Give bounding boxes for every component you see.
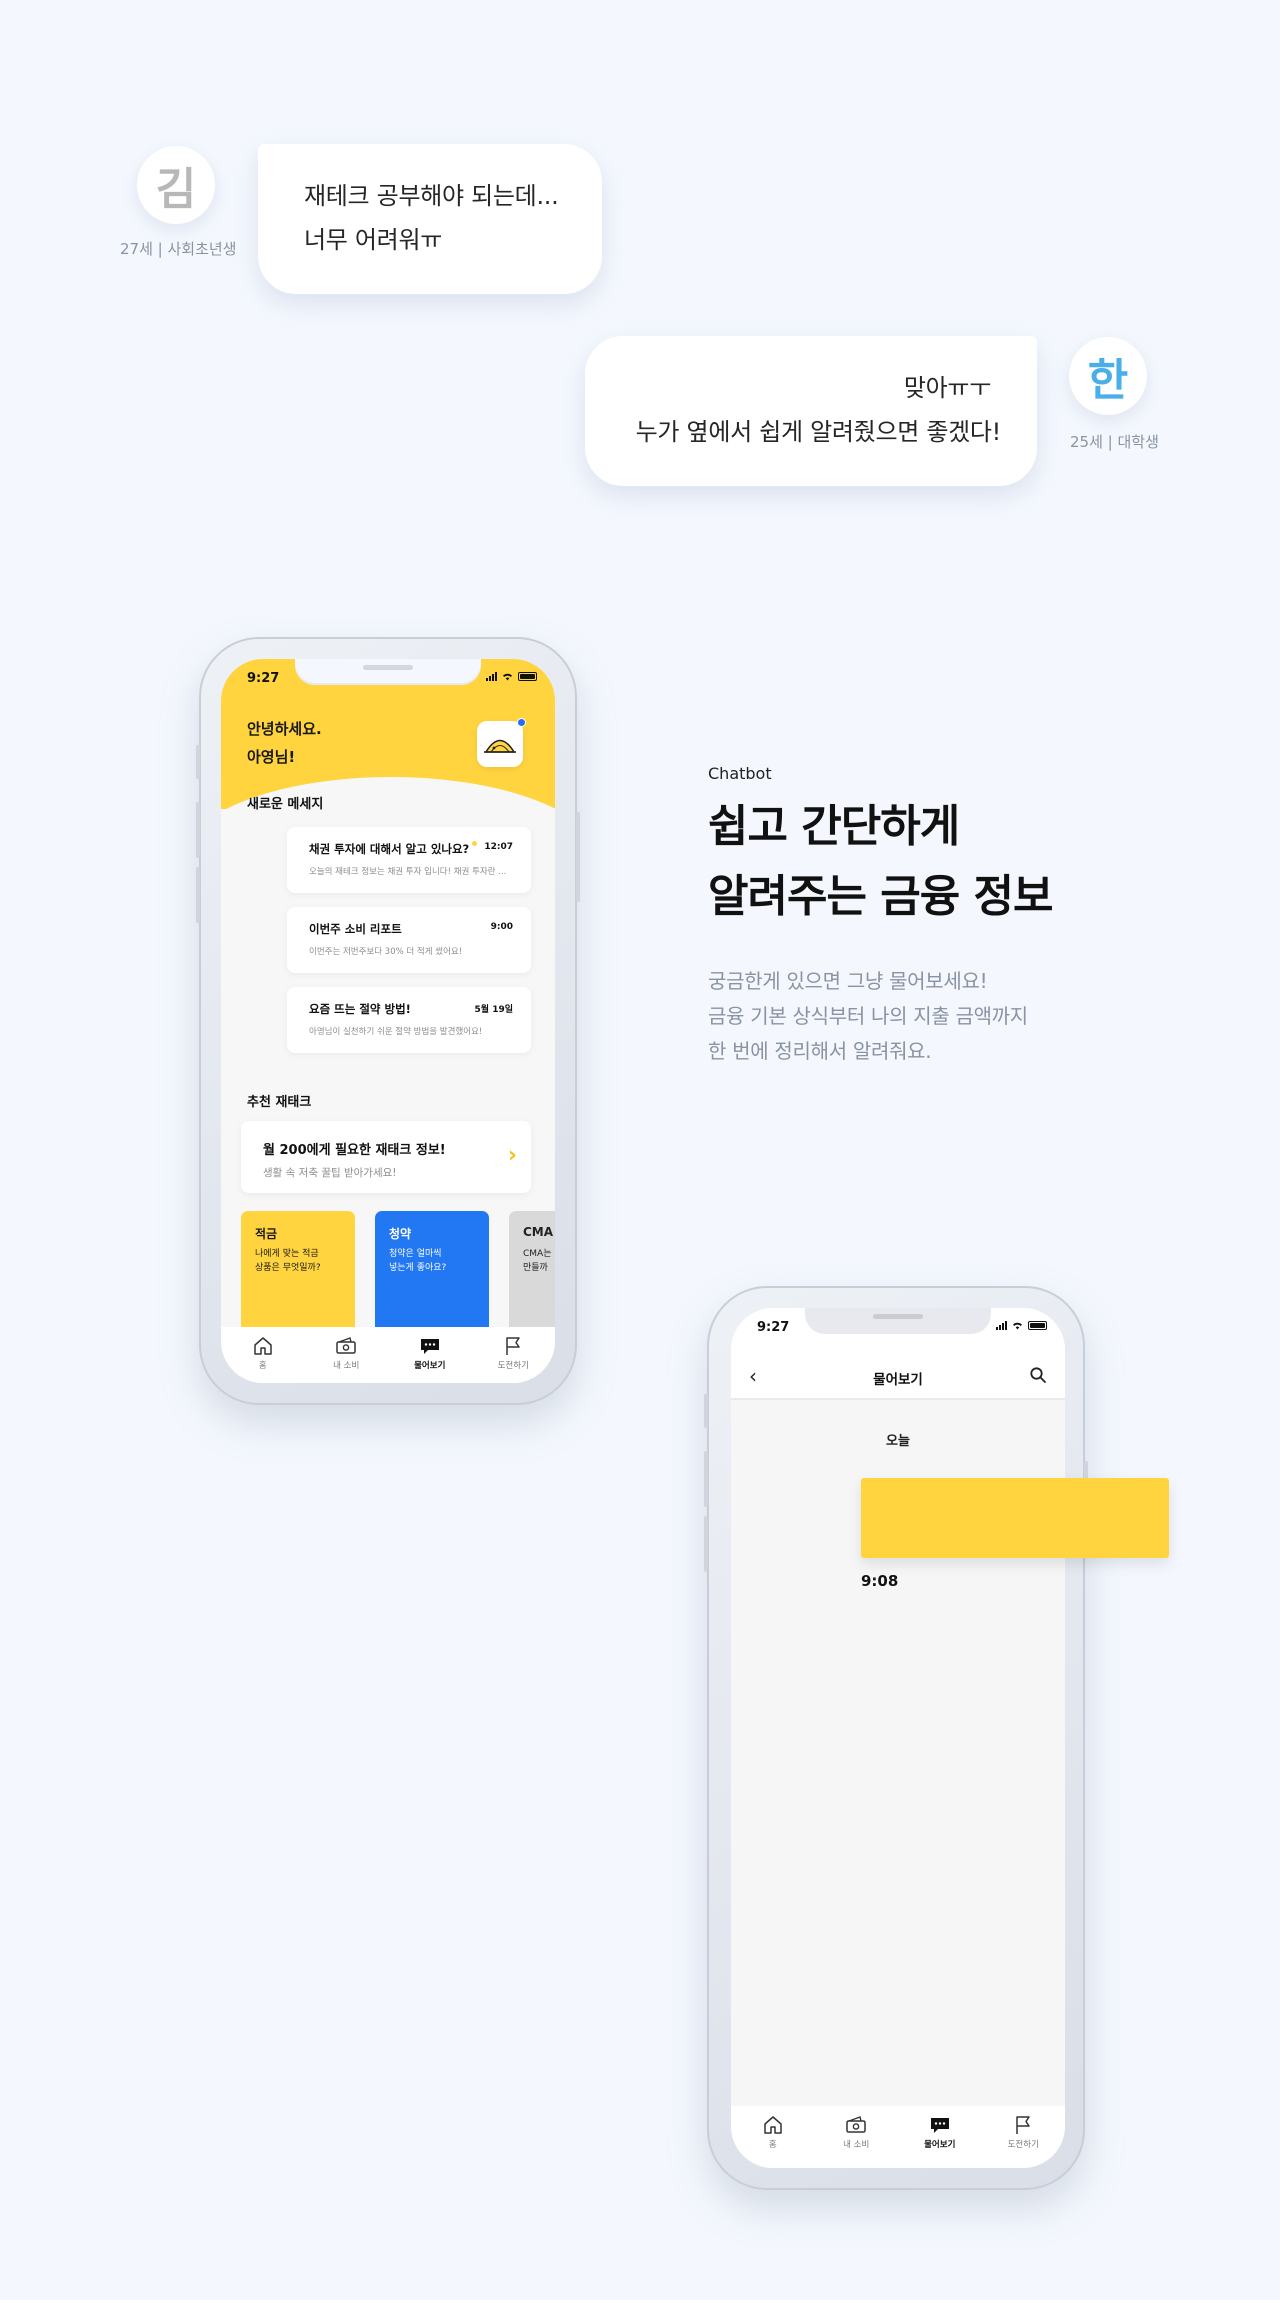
tile-savings[interactable]: 적금 나에게 맞는 적금 상품은 무엇일까? (241, 1211, 355, 1341)
chat-icon (420, 1339, 439, 1354)
signal-icon (996, 1321, 1007, 1330)
signal-icon (486, 672, 497, 681)
chevron-right-icon: › (507, 1143, 517, 1168)
tab-home[interactable]: 홈 (233, 1336, 293, 1371)
message-card[interactable]: 요즘 뜨는 절약 방법! 5월 19일 아영님이 실천하기 쉬운 절약 방법을 … (287, 987, 531, 1053)
phone-home: 9:27 안녕하세요. 아영님! 새로운 메세지 채권 투자에 대해서 알고 있… (196, 637, 580, 1405)
feature-headline-line1: 쉽고 간단하게 (708, 801, 960, 852)
feature-headline-line2: 알려주는 금융 정보 (708, 871, 1053, 922)
bubble-kim-line2: 너무 어려워ㅠ (304, 226, 443, 254)
feature-desc-line3: 한 번에 정리해서 알려줘요. (708, 1039, 932, 1063)
unread-dot (472, 841, 478, 846)
phone-chat: 9:27 ‹ 물어보기 오늘 홈 내 소비 물어보기 도전하기 (704, 1286, 1088, 2190)
wifi-icon (1013, 1322, 1022, 1330)
message-preview: 이번주는 저번주보다 30% 더 적게 썼어요! (309, 947, 463, 957)
status-time: 9:27 (757, 1320, 790, 1335)
tile-subscription[interactable]: 청약 청약은 얼마씩 넣는게 좋아요? (375, 1211, 489, 1341)
persona-kim-meta: 27세 | 사회초년생 (120, 240, 237, 258)
avatar-han-char: 한 (1087, 355, 1129, 406)
greeting-line2: 아영님! (247, 748, 296, 766)
tab-spending[interactable]: 내 소비 (316, 1336, 376, 1371)
date-label: 오늘 (886, 1434, 910, 1449)
message-card[interactable]: 채권 투자에 대해서 알고 있나요? 12:07 오늘의 재테크 정보는 채권 … (287, 827, 531, 893)
recommend-card[interactable]: 월 200에게 필요한 재태크 정보! 생활 속 저축 꿀팁 받아가세요! › (241, 1121, 531, 1193)
chat-icon (930, 2118, 949, 2133)
tile-cma[interactable]: CMA CMA는 만들까 (509, 1211, 555, 1341)
search-icon[interactable] (1029, 1366, 1047, 1384)
status-time: 9:27 (247, 671, 280, 686)
bubble-kim: 재테크 공부해야 되는데... 너무 어려워ㅠ (258, 144, 602, 294)
greeting: 안녕하세요. 아영님! (247, 715, 322, 771)
tab-ask[interactable]: 물어보기 (400, 1336, 460, 1371)
tab-ask[interactable]: 물어보기 (910, 2115, 970, 2150)
chat-title: 물어보기 (873, 1372, 923, 1388)
message-title: 이번주 소비 리포트 (309, 922, 402, 936)
tab-bar: 홈 내 소비 물어보기 도전하기 (221, 1327, 555, 1383)
feature-headline: 쉽고 간단하게 알려주는 금융 정보 (708, 792, 1053, 932)
wallet-icon (336, 1337, 356, 1354)
bubble-han: 맞아ㅠㅜ 누가 옆에서 쉽게 알려줬으면 좋겠다! (585, 336, 1037, 486)
message-title: 요즘 뜨는 절약 방법! (309, 1002, 411, 1016)
battery-icon (518, 672, 537, 681)
battery-icon (1028, 1321, 1047, 1330)
tab-spending[interactable]: 내 소비 (826, 2115, 886, 2150)
tile-title: 적금 (255, 1227, 278, 1241)
wifi-icon (503, 673, 512, 681)
feature-desc-line1: 궁금한게 있으면 그냥 물어보세요! (708, 969, 988, 993)
notch (805, 1308, 991, 1334)
chat-screen: 9:27 ‹ 물어보기 오늘 홈 내 소비 물어보기 도전하기 (731, 1308, 1065, 2168)
tab-home[interactable]: 홈 (743, 2115, 803, 2150)
tile-title: CMA (523, 1225, 554, 1239)
avatar-kim-char: 김 (155, 164, 197, 215)
status-icons (486, 672, 537, 681)
home-icon (764, 2116, 782, 2134)
tile-desc: 청약은 얼마씩 넣는게 좋아요? (389, 1249, 447, 1273)
recommend-card-subtitle: 생활 속 저축 꿀팁 받아가세요! (263, 1167, 397, 1179)
status-icons (996, 1321, 1047, 1330)
message-time: 12:07 (484, 842, 513, 852)
chat-message-time: 9:08 (861, 1572, 899, 1590)
bubble-han-line2: 누가 옆에서 쉽게 알려줬으면 좋겠다! (635, 418, 1002, 446)
avatar-kim: 김 (137, 146, 215, 224)
new-messages-title: 새로운 메세지 (247, 797, 324, 812)
tile-title: 청약 (389, 1227, 412, 1241)
message-title: 채권 투자에 대해서 알고 있나요? (309, 841, 478, 857)
wallet-icon (846, 2116, 866, 2133)
greeting-line1: 안녕하세요. (247, 720, 322, 738)
tile-desc: CMA는 만들까 (523, 1249, 552, 1273)
feature-desc-line2: 금융 기본 상식부터 나의 지출 금액까지 (708, 1004, 1028, 1028)
flag-icon (506, 1337, 520, 1355)
notch (295, 659, 481, 685)
tile-desc: 나에게 맞는 적금 상품은 무엇일까? (255, 1249, 321, 1273)
message-card[interactable]: 이번주 소비 리포트 9:00 이번주는 저번주보다 30% 더 적게 썼어요! (287, 907, 531, 973)
avatar-han: 한 (1069, 337, 1147, 415)
notification-dot (517, 718, 526, 727)
persona-han-meta: 25세 | 대학생 (1070, 433, 1159, 451)
recommend-title: 추천 재태크 (247, 1095, 312, 1110)
message-time: 5월 19일 (474, 1005, 513, 1015)
chat-bubble-bot (861, 1478, 1169, 1558)
message-time: 9:00 (490, 922, 513, 932)
bubble-kim-line1: 재테크 공부해야 되는데... (304, 182, 559, 210)
flag-icon (1016, 2116, 1030, 2134)
tab-challenge[interactable]: 도전하기 (993, 2115, 1053, 2150)
tab-bar: 홈 내 소비 물어보기 도전하기 (731, 2106, 1065, 2168)
feature-eyebrow: Chatbot (708, 764, 772, 783)
mascot-icon (484, 739, 516, 753)
tab-challenge[interactable]: 도전하기 (483, 1336, 543, 1371)
home-screen: 9:27 안녕하세요. 아영님! 새로운 메세지 채권 투자에 대해서 알고 있… (221, 659, 555, 1383)
bubble-han-line1: 맞아ㅠㅜ (903, 374, 991, 402)
chat-header: ‹ 물어보기 (731, 1352, 1065, 1400)
feature-description: 궁금한게 있으면 그냥 물어보세요! 금융 기본 상식부터 나의 지출 금액까지… (708, 964, 1028, 1069)
message-preview: 오늘의 재테크 정보는 채권 투자 입니다! 채권 투자란 ... (309, 867, 507, 877)
recommend-card-title: 월 200에게 필요한 재태크 정보! (263, 1143, 446, 1158)
message-preview: 아영님이 실천하기 쉬운 절약 방법을 발견했어요! (309, 1027, 483, 1037)
home-icon (254, 1337, 272, 1355)
mascot-button[interactable] (477, 718, 526, 767)
